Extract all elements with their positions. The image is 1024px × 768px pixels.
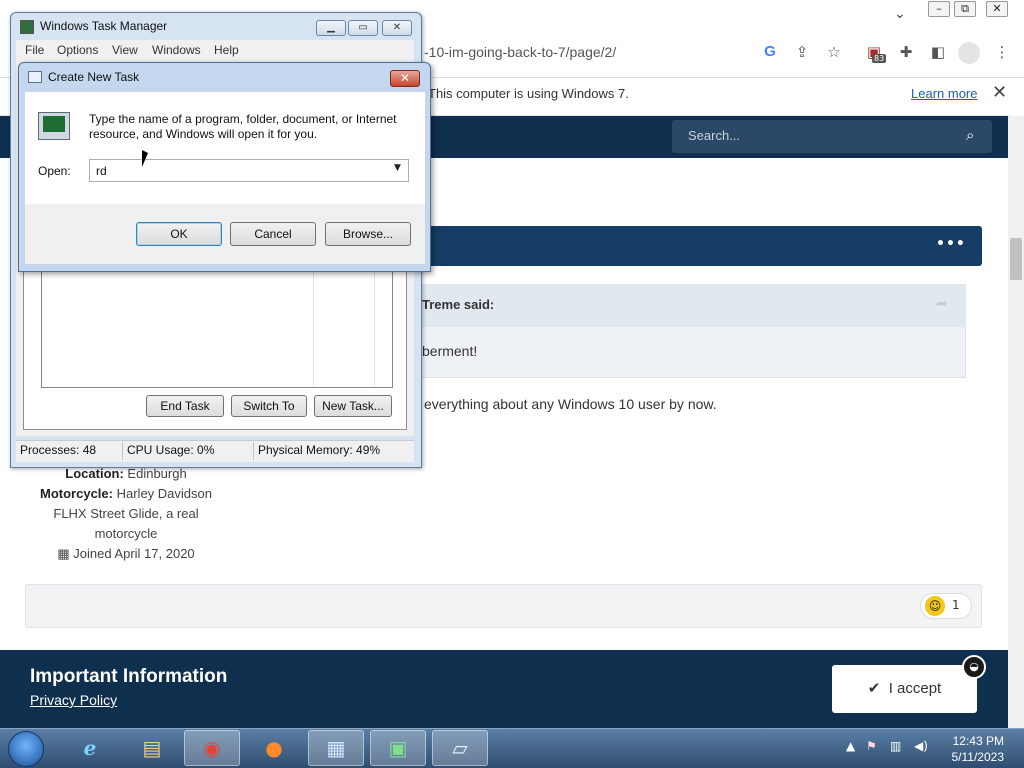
post-menu-icon[interactable]: •••	[936, 236, 966, 252]
program-icon-screen	[43, 116, 65, 132]
dialog-close-button[interactable]: ✕	[390, 70, 420, 87]
google-lens-icon[interactable]: G	[760, 42, 780, 62]
status-cpu: CPU Usage: 0%	[127, 443, 215, 457]
tm-close-button[interactable]: ✕	[382, 20, 412, 36]
checkmark-icon: ✔	[867, 680, 881, 697]
site-search-placeholder: Search...	[688, 128, 741, 143]
tm-column-divider	[313, 271, 314, 387]
cancel-button[interactable]: Cancel	[230, 222, 316, 246]
status-memory: Physical Memory: 49%	[258, 443, 381, 457]
tm-minimize-button[interactable]: ▁	[316, 20, 346, 36]
post-body-text: everything about any Windows 10 user by …	[424, 396, 717, 412]
infobar-close-icon[interactable]: ✕	[992, 82, 1007, 103]
firefox-icon: ●	[265, 736, 283, 760]
browse-button[interactable]: Browse...	[325, 222, 411, 246]
tm-maximize-button[interactable]: ▭	[348, 20, 378, 36]
post-header-bar	[410, 226, 982, 266]
tm-task-list[interactable]	[41, 270, 393, 388]
run-icon: ▱	[452, 736, 468, 760]
floating-badge-icon[interactable]: ◒	[962, 655, 986, 679]
reaction-count: 1	[952, 598, 960, 612]
infobar-message: This computer is using Windows 7.	[428, 86, 629, 101]
open-combobox[interactable]	[89, 159, 409, 182]
search-icon[interactable]: ⌕	[966, 126, 974, 144]
tm-menu-file[interactable]: File	[25, 43, 44, 57]
browser-minimize-button[interactable]: –	[928, 1, 950, 17]
dialog-message: Type the name of a program, folder, docu…	[89, 112, 397, 141]
user-motorcycle-cont: FLHX Street Glide, a real	[53, 506, 199, 521]
tm-menu-options[interactable]: Options	[57, 43, 98, 57]
privacy-policy-link[interactable]: Privacy Policy	[30, 692, 117, 708]
start-button[interactable]	[8, 731, 44, 767]
learn-more-link[interactable]: Learn more	[911, 86, 977, 101]
quote-jump-icon[interactable]: ➦	[936, 296, 948, 312]
extension-badge: 83	[872, 54, 887, 63]
network-icon[interactable]: ▥	[890, 739, 901, 753]
new-task-button[interactable]: New Task...	[314, 395, 392, 417]
user-joined: ▦ Joined April 17, 2020	[57, 546, 195, 561]
accept-label: I accept	[888, 680, 942, 697]
tm-menu-view[interactable]: View	[112, 43, 138, 57]
user-info-block: Location: Edinburgh Motorcycle: Harley D…	[26, 464, 226, 564]
task-manager-icon: ▣	[388, 736, 408, 760]
show-hidden-icons[interactable]: ▲	[846, 739, 855, 753]
address-bar-url[interactable]: -10-im-going-back-to-7/page/2/	[424, 44, 616, 60]
control-panel-icon: ▦	[326, 736, 346, 760]
tm-column-divider	[374, 271, 375, 387]
internet-explorer-icon: ℯ	[83, 736, 97, 760]
scrollbar-thumb[interactable]	[1010, 238, 1022, 280]
dialog-body	[25, 92, 425, 204]
notice-title: Important Information	[30, 666, 228, 687]
clock-time: 12:43 PM	[952, 734, 1004, 748]
status-separator	[122, 442, 123, 460]
tm-menu-windows[interactable]: Windows	[152, 43, 201, 57]
task-manager-title: Windows Task Manager	[40, 19, 168, 33]
mouse-cursor-icon	[142, 150, 148, 167]
end-task-button[interactable]: End Task	[146, 395, 224, 417]
dialog-title: Create New Task	[48, 70, 140, 84]
folder-icon: ▤	[142, 736, 162, 760]
quote-text: berment!	[422, 343, 478, 359]
system-clock[interactable]: 12:43 PM 5/11/2023	[940, 733, 1005, 765]
clock-date: 5/11/2023	[951, 750, 1005, 764]
task-manager-icon	[20, 20, 34, 34]
tab-list-chevron-icon[interactable]: ⌄	[894, 6, 906, 22]
laugh-emoji-icon: ☺	[925, 596, 945, 616]
chrome-icon: ◉	[203, 736, 221, 760]
browser-close-button[interactable]: ✕	[986, 1, 1008, 17]
open-label: Open:	[38, 164, 71, 178]
switch-to-button[interactable]: Switch To	[231, 395, 307, 417]
tm-menu-help[interactable]: Help	[214, 43, 239, 57]
accept-button[interactable]: ✔ I accept	[832, 665, 977, 713]
page-scrollbar[interactable]	[1008, 116, 1024, 728]
share-icon[interactable]: ⇪	[792, 42, 812, 62]
run-dialog-icon	[28, 71, 42, 83]
ok-button[interactable]: OK	[136, 222, 222, 246]
open-input-value[interactable]: rd	[96, 164, 107, 178]
browser-restore-button[interactable]: ⧉	[954, 1, 976, 17]
volume-icon[interactable]: ◀)	[914, 739, 928, 753]
user-motorcycle: Motorcycle: Harley Davidson	[40, 486, 212, 501]
side-panel-icon[interactable]: ◧	[928, 42, 948, 62]
status-separator	[253, 442, 254, 460]
reaction-bar	[25, 584, 982, 628]
quote-author[interactable]: Treme said:	[422, 297, 494, 312]
bookmark-star-icon[interactable]: ☆	[824, 42, 844, 62]
user-motorcycle-cont2: motorcycle	[94, 526, 158, 541]
browser-menu-icon[interactable]: ⋮	[992, 42, 1012, 62]
profile-avatar-icon[interactable]	[958, 42, 980, 64]
calendar-icon: ▦	[57, 546, 70, 561]
combobox-dropdown-icon[interactable]: ▼	[394, 163, 401, 173]
extensions-puzzle-icon[interactable]: ✚	[896, 42, 916, 62]
status-processes: Processes: 48	[20, 443, 97, 457]
action-center-icon[interactable]: ⚑	[866, 739, 877, 753]
